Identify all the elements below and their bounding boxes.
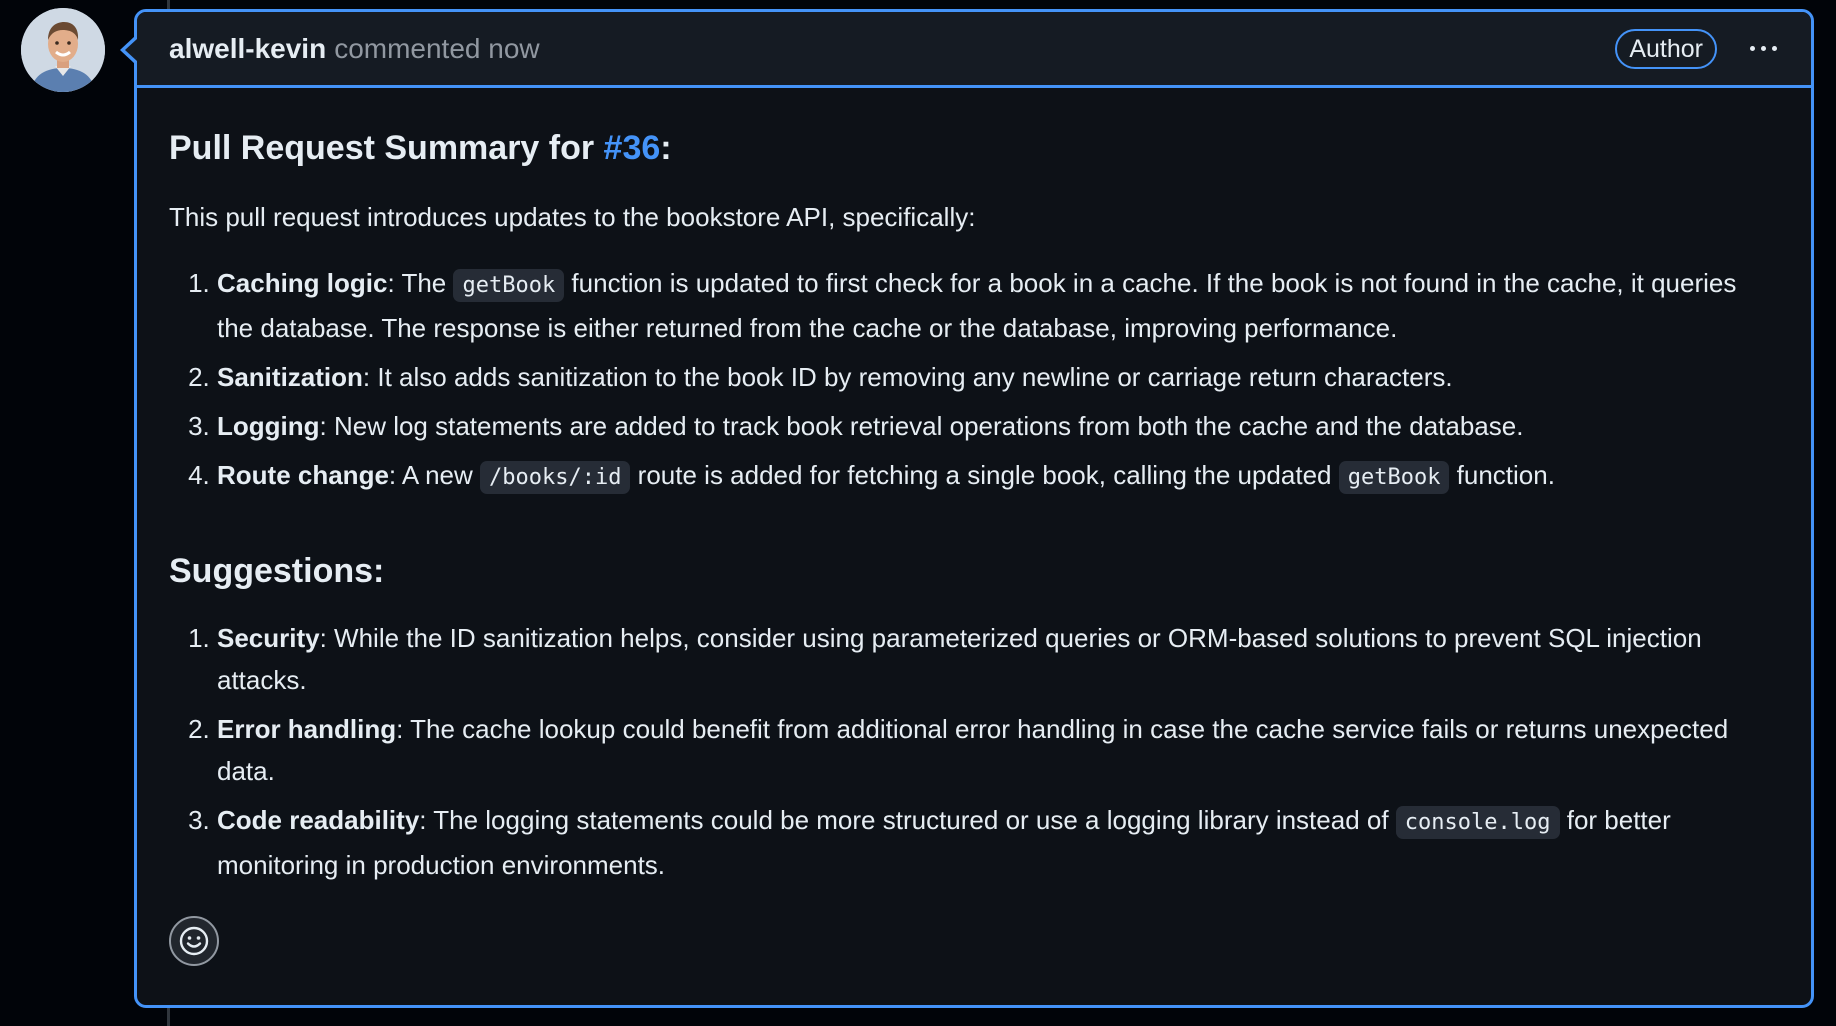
issue-link[interactable]: #36	[604, 129, 661, 167]
comment-action: commented	[334, 32, 481, 64]
author-link[interactable]: alwell-kevin	[169, 33, 326, 65]
add-reaction-button[interactable]	[169, 916, 219, 966]
comment-header: alwell-kevin commented now Author	[137, 12, 1811, 88]
avatar-image	[21, 8, 105, 92]
comment-container: alwell-kevin commented now Author Pull R…	[134, 9, 1814, 1008]
summary-intro: This pull request introduces updates to …	[169, 202, 976, 232]
list-item: Security: While the ID sanitization help…	[217, 617, 1771, 701]
list-item: Caching logic: The getBook function is u…	[217, 262, 1771, 349]
comment-meta: commented now	[334, 33, 539, 65]
comment-timestamp[interactable]: now	[488, 33, 539, 64]
list-item: Error handling: The cache lookup could b…	[217, 708, 1771, 792]
avatar[interactable]	[21, 8, 105, 92]
inline-code: getBook	[453, 269, 565, 302]
summary-list: Caching logic: The getBook function is u…	[169, 262, 1771, 499]
smiley-icon	[179, 926, 209, 956]
suggestions-list: Security: While the ID sanitization help…	[169, 617, 1771, 886]
suggestions-heading: Suggestions:	[169, 552, 385, 590]
list-item: Sanitization: It also adds sanitization …	[217, 356, 1771, 398]
inline-code: console.log	[1395, 806, 1560, 839]
comment-pointer-fill	[125, 39, 137, 61]
list-item: Route change: A new /books/:id route is …	[217, 454, 1771, 499]
list-item: Logging: New log statements are added to…	[217, 405, 1771, 447]
author-badge: Author	[1615, 28, 1717, 69]
comment-timeline: alwell-kevin commented now Author Pull R…	[0, 0, 1836, 1026]
summary-heading: Pull Request Summary for #36:	[169, 129, 672, 167]
list-item: Code readability: The logging statements…	[217, 799, 1771, 886]
inline-code: /books/:id	[480, 461, 631, 494]
comment-body: Pull Request Summary for #36: This pull …	[169, 126, 1771, 893]
kebab-horizontal-icon[interactable]	[1743, 31, 1783, 67]
inline-code: getBook	[1338, 461, 1450, 494]
